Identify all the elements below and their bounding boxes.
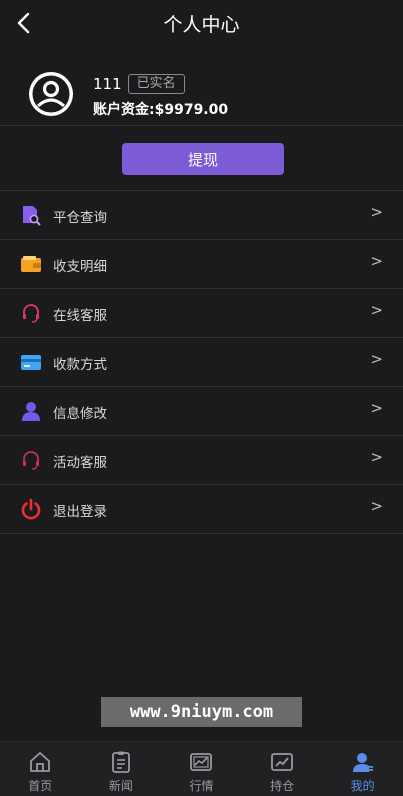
- withdraw-section: 提现: [0, 127, 403, 191]
- user-icon: [22, 402, 40, 421]
- menu-item-edit-info[interactable]: 信息修改 >: [0, 387, 403, 436]
- tab-label: 新闻: [108, 779, 133, 793]
- chevron-right-icon: >: [370, 203, 383, 221]
- tab-positions[interactable]: 持仓: [242, 742, 323, 796]
- power-icon: [21, 498, 41, 520]
- menu-list: 平仓查询 > 收支明细 > 在线客服 > 收款方式 > 信息修改 > 活动客服 …: [0, 191, 403, 534]
- menu-item-income-expense[interactable]: 收支明细 >: [0, 240, 403, 289]
- menu-item-payment-method[interactable]: 收款方式 >: [0, 338, 403, 387]
- menu-item-label: 平仓查询: [53, 210, 107, 226]
- menu-item-label: 收支明细: [53, 259, 107, 275]
- chevron-right-icon: >: [370, 497, 383, 515]
- home-icon: [30, 752, 51, 772]
- chevron-right-icon: >: [370, 399, 383, 417]
- tab-label: 行情: [189, 779, 214, 793]
- page-title: 个人中心: [163, 14, 240, 36]
- headset-icon: [23, 304, 39, 323]
- withdraw-button[interactable]: 提现: [122, 143, 284, 175]
- chevron-right-icon: >: [370, 301, 383, 319]
- menu-item-label: 收款方式: [53, 357, 107, 373]
- tab-news[interactable]: 新闻: [81, 742, 162, 796]
- header: 个人中心: [0, 0, 403, 46]
- search-document-icon: [23, 206, 41, 226]
- menu-item-logout[interactable]: 退出登录 >: [0, 485, 403, 534]
- user-line: 111 已实名: [93, 74, 185, 94]
- chevron-right-icon: >: [370, 448, 383, 466]
- profile-section: 111 已实名 账户资金:$9979.00: [0, 62, 403, 126]
- menu-item-label: 信息修改: [53, 406, 107, 422]
- menu-item-online-service[interactable]: 在线客服 >: [0, 289, 403, 338]
- tab-bar: 首页 新闻 行情 持仓 我的: [0, 741, 403, 796]
- card-icon: [21, 355, 41, 370]
- watermark-text: www.9niuym.com: [129, 702, 274, 722]
- profile-icon: [352, 753, 373, 772]
- avatar: [27, 70, 75, 118]
- trend-icon: [271, 753, 293, 771]
- menu-item-close-position-query[interactable]: 平仓查询 >: [0, 191, 403, 240]
- menu-item-label: 活动客服: [53, 455, 107, 471]
- clipboard-icon: [111, 751, 130, 773]
- menu-item-label: 退出登录: [53, 504, 107, 520]
- account-balance: 账户资金:$9979.00: [93, 102, 229, 118]
- chevron-right-icon: >: [370, 252, 383, 270]
- menu-item-activity-service[interactable]: 活动客服 >: [0, 436, 403, 485]
- chevron-right-icon: >: [370, 350, 383, 368]
- user-id: 111: [93, 75, 122, 93]
- chart-icon: [190, 753, 213, 771]
- tab-mine[interactable]: 我的: [322, 742, 403, 796]
- tab-home[interactable]: 首页: [0, 742, 81, 796]
- watermark: www.9niuym.com: [101, 697, 302, 727]
- tab-market[interactable]: 行情: [161, 742, 242, 796]
- avatar-icon: [29, 72, 73, 116]
- verify-badge: 已实名: [127, 74, 185, 94]
- headset-icon: [23, 451, 39, 470]
- tab-label: 首页: [28, 779, 53, 793]
- tab-label: 持仓: [270, 779, 295, 793]
- wallet-icon: [21, 256, 41, 272]
- menu-item-label: 在线客服: [53, 308, 107, 324]
- tab-label: 我的: [350, 779, 375, 793]
